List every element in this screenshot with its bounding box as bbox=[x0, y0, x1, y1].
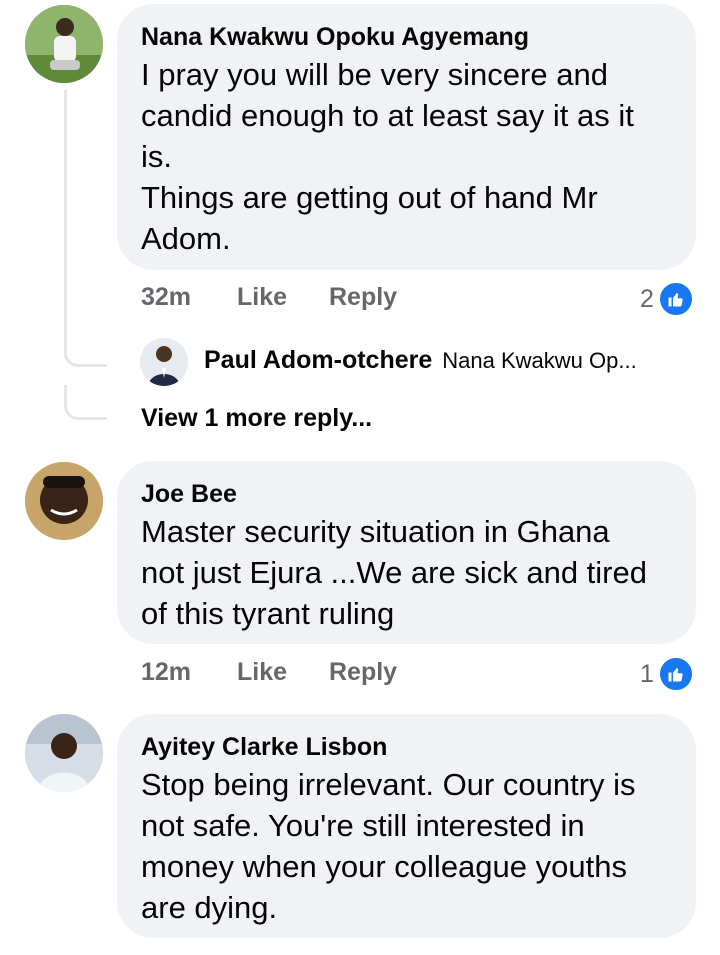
thumbs-up-icon bbox=[657, 656, 694, 692]
like-button[interactable]: Like bbox=[237, 283, 287, 312]
avatar-photo-icon bbox=[25, 714, 103, 792]
comment-bubble[interactable]: Ayitey Clarke Lisbon Stop being irreleva… bbox=[117, 714, 696, 938]
thumbs-up-icon bbox=[657, 281, 694, 317]
comment-bubble[interactable]: Nana Kwakwu Opoku Agyemang I pray you wi… bbox=[117, 4, 696, 270]
reaction-count: 2 bbox=[640, 284, 654, 313]
reply-button[interactable]: Reply bbox=[329, 283, 397, 312]
reply-connector bbox=[64, 330, 107, 367]
comment-author[interactable]: Nana Kwakwu Opoku Agyemang bbox=[141, 22, 672, 52]
comment-text: Master security situation in Ghana not j… bbox=[141, 514, 647, 631]
thread-line bbox=[64, 90, 67, 358]
reaction-count: 1 bbox=[640, 659, 654, 688]
comment-text: Stop being irrelevant. Our country is no… bbox=[141, 767, 636, 925]
reaction-summary[interactable]: 1 bbox=[640, 656, 694, 692]
reply-button[interactable]: Reply bbox=[329, 658, 397, 687]
reply-preview[interactable]: Paul Adom-otchere Nana Kwakwu Op... bbox=[204, 346, 637, 375]
more-replies-connector bbox=[64, 385, 107, 420]
avatar[interactable] bbox=[25, 462, 103, 540]
avatar-photo-icon bbox=[25, 5, 103, 83]
avatar[interactable] bbox=[25, 5, 103, 83]
reply-avatar[interactable] bbox=[140, 338, 188, 386]
view-more-replies-link[interactable]: View 1 more reply... bbox=[141, 404, 372, 433]
comment-bubble[interactable]: Joe Bee Master security situation in Gha… bbox=[117, 461, 696, 644]
avatar-photo-icon bbox=[25, 462, 103, 540]
comment-author[interactable]: Joe Bee bbox=[141, 479, 672, 509]
comment-text: I pray you will be very sincere and cand… bbox=[141, 57, 634, 256]
reply-snippet: Nana Kwakwu Op... bbox=[442, 347, 637, 373]
like-button[interactable]: Like bbox=[237, 658, 287, 687]
comment-actions: 32m Like Reply bbox=[141, 283, 701, 315]
avatar-photo-icon bbox=[140, 338, 188, 386]
comment-author[interactable]: Ayitey Clarke Lisbon bbox=[141, 732, 672, 762]
reaction-summary[interactable]: 2 bbox=[640, 281, 694, 317]
reply-author[interactable]: Paul Adom-otchere bbox=[204, 346, 432, 375]
avatar[interactable] bbox=[25, 714, 103, 792]
comment-time[interactable]: 12m bbox=[141, 658, 191, 687]
comment-actions: 12m Like Reply bbox=[141, 658, 701, 690]
comment-time[interactable]: 32m bbox=[141, 283, 191, 312]
